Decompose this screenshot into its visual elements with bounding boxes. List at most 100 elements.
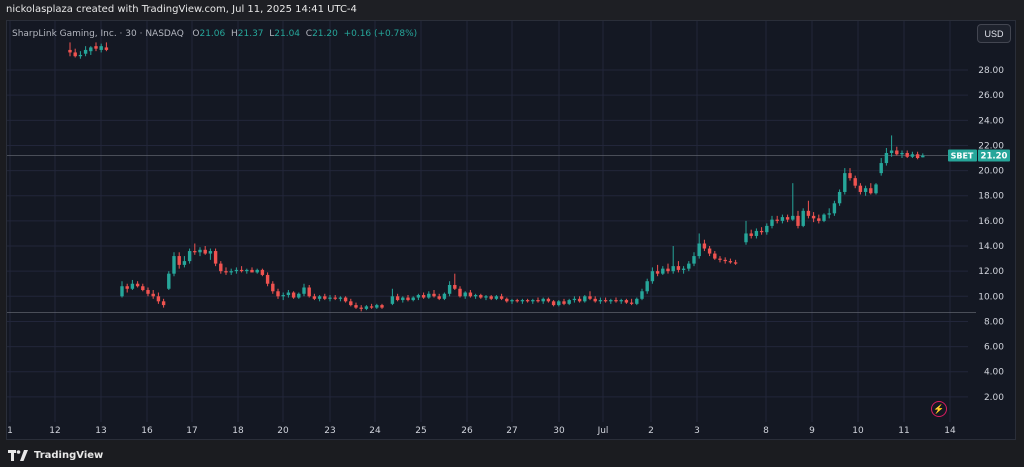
y-tick-label: 16.00 bbox=[978, 217, 1004, 227]
candle-body bbox=[317, 296, 322, 299]
candle-body bbox=[744, 233, 748, 243]
y-tick-label: 2.00 bbox=[984, 393, 1004, 403]
candle-body bbox=[676, 266, 681, 270]
candle-body bbox=[785, 217, 790, 220]
candle bbox=[203, 246, 207, 255]
candle bbox=[619, 298, 623, 304]
candle bbox=[489, 295, 493, 301]
candle bbox=[401, 296, 405, 303]
candle-body bbox=[135, 283, 140, 287]
candle bbox=[661, 266, 665, 275]
candle bbox=[349, 298, 353, 307]
candle bbox=[250, 267, 254, 273]
candle bbox=[546, 297, 551, 303]
lightning-icon[interactable]: ⚡ bbox=[931, 401, 947, 417]
candle bbox=[364, 305, 369, 311]
candle bbox=[291, 291, 296, 299]
x-tick-label: 30 bbox=[553, 426, 565, 436]
candle bbox=[541, 297, 545, 304]
candle-body bbox=[395, 296, 400, 301]
candle bbox=[624, 298, 629, 304]
candle-body bbox=[681, 268, 686, 270]
candle-body bbox=[255, 269, 259, 273]
candle bbox=[801, 208, 805, 228]
candle-body bbox=[193, 251, 197, 253]
candle-body bbox=[759, 230, 764, 233]
x-tick-label: 2 bbox=[648, 426, 654, 436]
candle-body bbox=[817, 218, 821, 221]
candle-body bbox=[520, 300, 525, 302]
candle-body bbox=[692, 256, 696, 264]
candle bbox=[395, 293, 400, 302]
candle bbox=[151, 290, 155, 299]
candle bbox=[421, 292, 426, 299]
candle-body bbox=[416, 295, 421, 298]
candle bbox=[453, 273, 457, 291]
candle bbox=[172, 252, 176, 277]
candle-body bbox=[442, 293, 447, 299]
candle bbox=[494, 295, 499, 301]
candle bbox=[333, 295, 337, 301]
candle bbox=[83, 46, 88, 57]
currency-button[interactable]: USD bbox=[977, 24, 1011, 43]
candle-body bbox=[198, 249, 202, 253]
candle-body bbox=[536, 300, 540, 302]
candle bbox=[380, 303, 384, 309]
candle bbox=[68, 42, 72, 57]
candle bbox=[94, 42, 98, 52]
candle-body bbox=[130, 283, 135, 289]
candle bbox=[531, 298, 535, 304]
candle bbox=[260, 268, 265, 277]
candle-body bbox=[375, 305, 379, 308]
x-tick-label: 12 bbox=[49, 426, 60, 436]
candle bbox=[775, 215, 779, 224]
candle-body bbox=[557, 301, 561, 306]
candle bbox=[219, 261, 223, 274]
candle-body bbox=[141, 286, 145, 291]
candle-body bbox=[494, 296, 499, 299]
candle-body bbox=[73, 52, 77, 57]
candle bbox=[557, 300, 561, 307]
candle bbox=[796, 210, 800, 229]
candle bbox=[463, 291, 467, 299]
candle-body bbox=[421, 295, 426, 298]
candle-body bbox=[94, 46, 98, 49]
candle bbox=[265, 272, 270, 287]
candle-body bbox=[707, 248, 712, 254]
candle-body bbox=[921, 155, 925, 158]
candle-body bbox=[229, 271, 233, 273]
candle-body bbox=[505, 298, 509, 302]
candle-body bbox=[78, 54, 83, 57]
candle-body bbox=[484, 296, 488, 298]
candle-body bbox=[432, 293, 436, 297]
candle-body bbox=[593, 298, 597, 302]
candle bbox=[827, 208, 831, 219]
candle-body bbox=[577, 298, 582, 302]
candle-body bbox=[187, 251, 192, 262]
candle bbox=[843, 168, 847, 195]
x-tick-label: 18 bbox=[232, 426, 244, 436]
y-tick-label: 4.00 bbox=[984, 368, 1004, 378]
candle bbox=[879, 158, 883, 176]
candle bbox=[156, 292, 161, 304]
candle bbox=[702, 239, 707, 252]
candle bbox=[525, 298, 530, 303]
candle bbox=[442, 292, 447, 301]
candle bbox=[89, 46, 93, 55]
candle-body bbox=[515, 300, 519, 302]
x-tick-label: 14 bbox=[944, 426, 956, 436]
candle-body bbox=[427, 293, 431, 298]
price-chart[interactable]: 2.00 4.00 6.00 8.00 10.00 12.00 14.00 16.00 18.0… bbox=[0, 0, 1024, 467]
candle-body bbox=[640, 291, 644, 299]
candle bbox=[125, 283, 129, 293]
candle bbox=[900, 150, 904, 159]
x-tick-label: 26 bbox=[461, 426, 473, 436]
x-tick-label: 16 bbox=[141, 426, 153, 436]
candle-body bbox=[510, 300, 514, 302]
candle-body bbox=[364, 306, 369, 309]
candle bbox=[640, 288, 644, 301]
candle bbox=[614, 297, 618, 303]
candle-body bbox=[161, 301, 166, 306]
candle bbox=[411, 296, 415, 302]
candle bbox=[520, 298, 525, 304]
